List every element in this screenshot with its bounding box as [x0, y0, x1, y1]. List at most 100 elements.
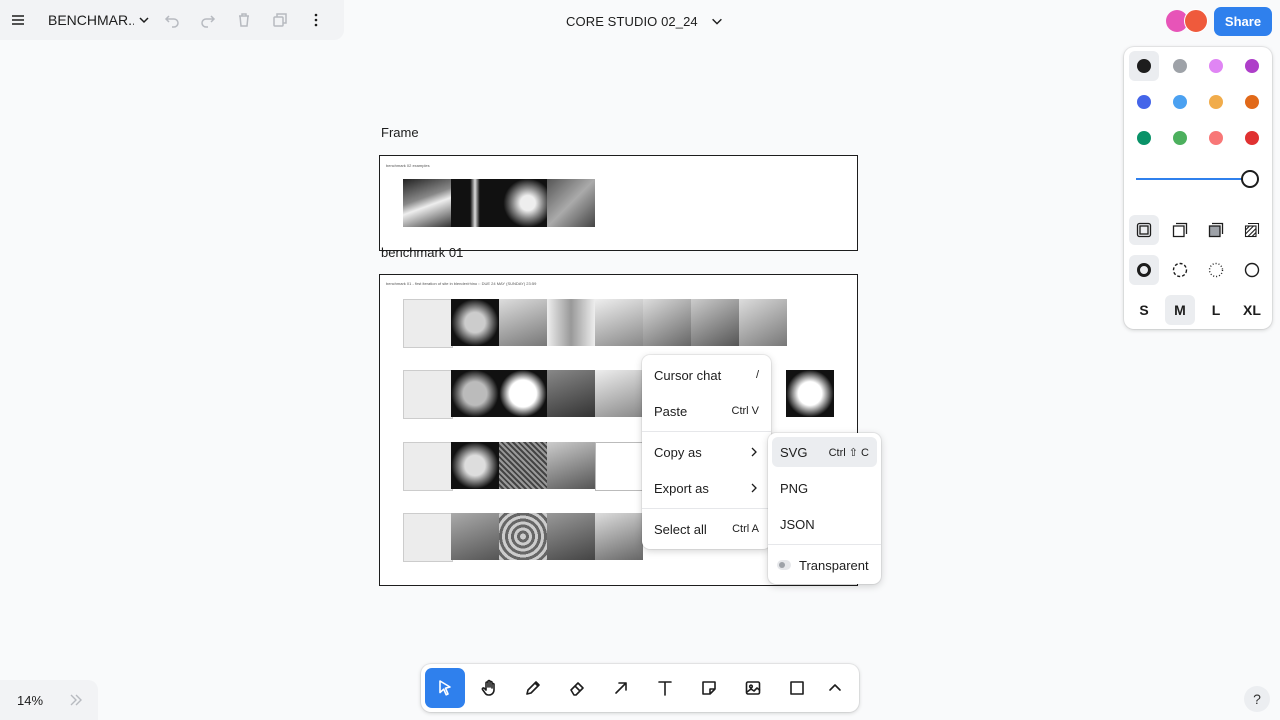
- color-swatch-black[interactable]: [1137, 59, 1151, 73]
- image-thumbnail: [499, 513, 547, 560]
- menu-item-cursor-chat[interactable]: Cursor chat /: [654, 363, 759, 387]
- frame-inner-title: benchmark 01 - first iteration of site i…: [386, 281, 537, 286]
- style-panel: S M L XL: [1124, 47, 1272, 329]
- image-thumbnail: [499, 179, 547, 227]
- toggle-label: Transparent: [799, 557, 869, 573]
- fill-none-icon[interactable]: [1136, 222, 1152, 238]
- menu-item-label: Select all: [654, 521, 707, 537]
- more-vertical-icon[interactable]: [298, 0, 334, 40]
- image-thumbnail: [595, 442, 645, 491]
- menu-item-copy-as[interactable]: Copy as: [654, 440, 759, 464]
- dash-dotted-icon[interactable]: [1208, 262, 1224, 278]
- menu-item-label: PNG: [780, 480, 809, 496]
- shortcut: Ctrl ⇧ C: [828, 446, 869, 459]
- color-swatch-light-red[interactable]: [1209, 131, 1223, 145]
- sticky-note-icon: [702, 681, 716, 695]
- share-button[interactable]: Share: [1214, 7, 1272, 36]
- menu-item-select-all[interactable]: Select all Ctrl A: [654, 517, 759, 541]
- double-chevron-right-icon[interactable]: [69, 694, 83, 706]
- divider: [642, 508, 771, 509]
- rectangle-icon: [790, 681, 804, 695]
- copy-as-submenu: SVG Ctrl ⇧ C PNG JSON Transparent: [768, 433, 881, 584]
- chevron-right-icon: [751, 483, 757, 493]
- shortcut: Ctrl A: [732, 523, 759, 535]
- color-swatch-light-violet[interactable]: [1209, 59, 1223, 73]
- toolbar: [421, 664, 859, 712]
- help-button[interactable]: ?: [1244, 686, 1270, 712]
- opacity-slider-track[interactable]: [1136, 178, 1250, 180]
- fill-pattern-icon[interactable]: [1244, 222, 1260, 238]
- color-swatch-green[interactable]: [1137, 131, 1151, 145]
- menu-item-paste[interactable]: Paste Ctrl V: [654, 399, 759, 423]
- tool-draw[interactable]: [513, 668, 553, 708]
- document-name[interactable]: BENCHMAR...: [48, 12, 134, 28]
- image-icon: [745, 681, 761, 695]
- duplicate-icon[interactable]: [262, 0, 298, 40]
- pencil-icon: [526, 681, 540, 695]
- trash-icon[interactable]: [226, 0, 262, 40]
- size-l-button[interactable]: L: [1201, 302, 1231, 318]
- transparent-toggle[interactable]: Transparent: [777, 553, 869, 577]
- color-swatch-orange[interactable]: [1245, 95, 1259, 109]
- dash-dashed-icon[interactable]: [1172, 262, 1188, 278]
- text-icon: [658, 681, 672, 696]
- menu-item-label: SVG: [780, 444, 808, 460]
- image-thumbnail: [499, 442, 547, 489]
- hand-icon: [481, 679, 495, 696]
- image-thumbnail: [786, 370, 834, 417]
- redo-icon[interactable]: [190, 0, 226, 40]
- image-thumbnail: [451, 370, 499, 417]
- fill-solid-icon[interactable]: [1208, 222, 1224, 238]
- tool-more[interactable]: [817, 668, 853, 708]
- menu-item-label: JSON: [780, 516, 815, 532]
- menu-item-label: Copy as: [654, 444, 702, 460]
- tool-arrow[interactable]: [601, 668, 641, 708]
- color-swatch-light-green[interactable]: [1173, 131, 1187, 145]
- image-thumbnail: [547, 442, 595, 489]
- shortcut: Ctrl V: [731, 405, 760, 417]
- image-thumbnail: [451, 513, 499, 560]
- menu-item-export-as[interactable]: Export as: [654, 476, 759, 500]
- dash-solid-icon[interactable]: [1244, 262, 1260, 278]
- zoom-level[interactable]: 14%: [17, 693, 43, 708]
- dash-draw-icon[interactable]: [1136, 262, 1152, 278]
- color-swatch-blue[interactable]: [1137, 95, 1151, 109]
- tool-select[interactable]: [425, 668, 465, 708]
- page-menu[interactable]: CORE STUDIO 02_24: [566, 9, 724, 33]
- main-menu-bar: BENCHMAR...: [0, 0, 344, 40]
- undo-icon[interactable]: [154, 0, 190, 40]
- tool-asset[interactable]: [733, 668, 773, 708]
- tool-rectangle[interactable]: [777, 668, 817, 708]
- frame-inner-title: benchmark 02 examples: [386, 163, 430, 168]
- image-thumbnail: [499, 299, 547, 346]
- size-m-button[interactable]: M: [1165, 302, 1195, 318]
- submenu-item-png[interactable]: PNG: [780, 476, 869, 500]
- color-swatch-red[interactable]: [1245, 131, 1259, 145]
- fill-semi-icon[interactable]: [1172, 222, 1188, 238]
- tool-text[interactable]: [645, 668, 685, 708]
- tool-eraser[interactable]: [557, 668, 597, 708]
- size-s-button[interactable]: S: [1129, 302, 1159, 318]
- row-label-box: [403, 299, 453, 348]
- chevron-down-icon[interactable]: [134, 0, 154, 40]
- opacity-slider-thumb[interactable]: [1241, 170, 1259, 188]
- color-swatch-yellow[interactable]: [1209, 95, 1223, 109]
- toggle-switch[interactable]: [777, 560, 791, 570]
- tool-note[interactable]: [689, 668, 729, 708]
- size-xl-button[interactable]: XL: [1237, 302, 1267, 318]
- avatar[interactable]: [1184, 9, 1208, 33]
- frame[interactable]: benchmark 02 examples: [379, 155, 858, 251]
- color-swatch-light-blue[interactable]: [1173, 95, 1187, 109]
- color-swatch-violet[interactable]: [1245, 59, 1259, 73]
- submenu-item-svg[interactable]: SVG Ctrl ⇧ C: [780, 440, 869, 464]
- menu-item-label: Cursor chat: [654, 367, 722, 383]
- menu-icon[interactable]: [0, 0, 36, 40]
- tool-hand[interactable]: [469, 668, 509, 708]
- frame-label[interactable]: benchmark 01: [381, 245, 463, 260]
- chevron-up-icon: [829, 684, 841, 691]
- shortcut: /: [755, 369, 759, 381]
- frame-label[interactable]: Frame: [381, 125, 419, 140]
- image-thumbnail: [499, 370, 547, 417]
- submenu-item-json[interactable]: JSON: [780, 512, 869, 536]
- color-swatch-grey[interactable]: [1173, 59, 1187, 73]
